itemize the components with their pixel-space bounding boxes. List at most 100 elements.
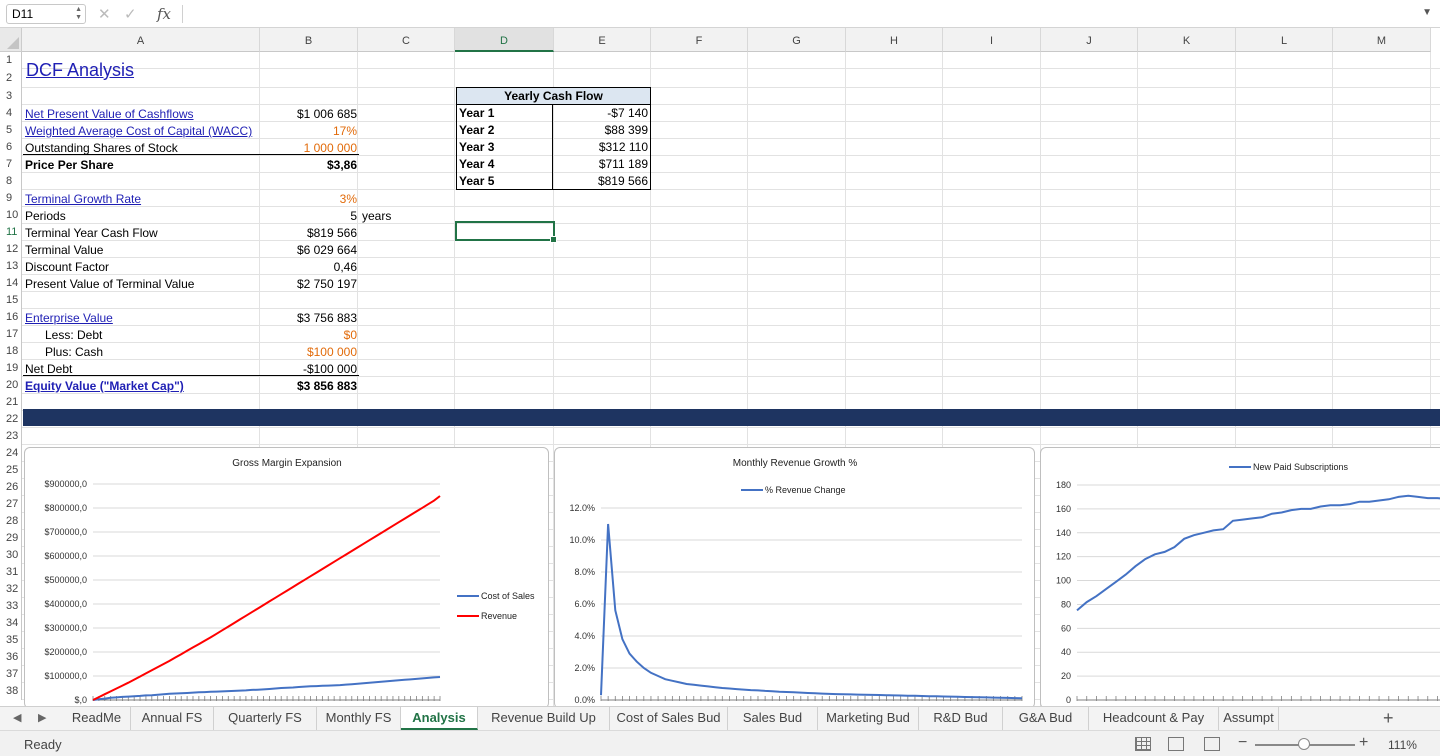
debt-value[interactable]: $0 [262,327,359,344]
sheet-tab[interactable]: ReadMe [63,707,131,730]
insert-function-icon[interactable]: fx [157,5,171,23]
npv-label[interactable]: Net Present Value of Cashflows [23,106,196,123]
chevron-down-icon[interactable]: ▼ [1422,7,1432,18]
zoom-in-icon[interactable]: + [1359,734,1368,752]
sheet-tab[interactable]: Cost of Sales Bud [610,707,728,730]
row-header[interactable]: 3 [0,88,22,105]
page-layout-icon[interactable] [1168,737,1184,751]
row-header[interactable]: 12 [0,241,22,258]
row-header[interactable]: 14 [0,275,22,292]
ev-label[interactable]: Enterprise Value [23,310,115,327]
df-label[interactable]: Discount Factor [23,259,111,276]
next-sheet-icon[interactable]: ▶ [38,711,46,724]
year-label[interactable]: Year 5 [456,172,553,190]
sheet-tab[interactable]: G&A Bud [1003,707,1089,730]
normal-view-icon[interactable] [1135,737,1151,751]
periods-value[interactable]: 5 [262,208,359,225]
column-header[interactable]: L [1236,28,1333,52]
select-all-corner[interactable] [0,28,22,52]
zoom-slider-handle[interactable] [1298,738,1310,750]
add-sheet-icon[interactable]: + [1383,708,1394,729]
active-cell-cursor[interactable] [455,221,557,243]
ev-value[interactable]: $3 756 883 [262,310,359,327]
revenue-growth-chart[interactable]: 0.0% 2.0% 4.0% 6.0% 8.0% 10.0% 12.0% Monthly Re… [554,447,1035,706]
gross-margin-chart[interactable]: $,0 $100000,0 $200000,0 $300000,0 $400000,0 $… [24,447,549,706]
column-header[interactable]: C [358,28,455,52]
column-header[interactable]: J [1041,28,1138,52]
row-header[interactable]: 30 [0,547,22,564]
row-header[interactable]: 5 [0,122,22,139]
year-label[interactable]: Year 3 [456,138,553,156]
df-value[interactable]: 0,46 [262,259,359,276]
tycf-label[interactable]: Terminal Year Cash Flow [23,225,160,242]
year-label[interactable]: Year 4 [456,155,553,173]
row-header[interactable]: 20 [0,377,22,394]
column-header[interactable]: A [22,28,260,52]
pvtv-value[interactable]: $2 750 197 [262,276,359,293]
zoom-level[interactable]: 111% [1388,738,1417,752]
row-header[interactable]: 24 [0,445,22,462]
equity-value[interactable]: $3 856 883 [262,378,359,395]
cancel-icon[interactable]: ✕ [98,5,111,23]
enter-icon[interactable]: ✓ [124,5,137,23]
row-header[interactable]: 35 [0,632,22,649]
sheet-tab[interactable]: R&D Bud [919,707,1003,730]
tgr-label[interactable]: Terminal Growth Rate [23,191,143,208]
equity-label[interactable]: Equity Value ("Market Cap") [23,378,186,395]
row-header[interactable]: 10 [0,207,22,224]
page-title[interactable]: DCF Analysis [24,58,136,82]
name-box-spinner-icon[interactable]: ▲ ▼ [75,6,82,22]
row-header[interactable]: 36 [0,649,22,666]
sheet-tab[interactable]: Annual FS [131,707,214,730]
row-header[interactable]: 38 [0,683,22,700]
row-header[interactable]: 32 [0,581,22,598]
npv-value[interactable]: $1 006 685 [262,106,359,123]
wacc-value[interactable]: 17% [262,123,359,140]
pps-value[interactable]: $3,86 [262,157,359,174]
tgr-value[interactable]: 3% [262,191,359,208]
pps-label[interactable]: Price Per Share [23,157,116,174]
year-label[interactable]: Year 2 [456,121,553,139]
pvtv-label[interactable]: Present Value of Terminal Value [23,276,196,293]
sheet-tab[interactable]: Quarterly FS [214,707,317,730]
row-header[interactable]: 15 [0,292,22,309]
row-header[interactable]: 6 [0,139,22,156]
row-header[interactable]: 1 [0,52,22,69]
cash-flow-value[interactable]: -$7 140 [552,104,651,122]
subscriptions-chart[interactable]: 0 20 40 60 80 100 120 140 160 180 New Paid Subscri… [1040,447,1440,706]
cash-flow-value[interactable]: $312 110 [552,138,651,156]
row-header[interactable]: 17 [0,326,22,343]
cash-flow-value[interactable]: $819 566 [552,172,651,190]
row-header[interactable]: 33 [0,598,22,615]
column-header[interactable]: B [260,28,358,52]
sheet-tab[interactable]: Marketing Bud [818,707,919,730]
column-header[interactable]: E [554,28,651,52]
cash-flow-value[interactable]: $711 189 [552,155,651,173]
column-header[interactable]: D [455,28,554,52]
column-header[interactable]: F [651,28,748,52]
debt-label[interactable]: Less: Debt [43,327,104,344]
row-header[interactable]: 4 [0,105,22,122]
row-header[interactable]: 13 [0,258,22,275]
tv-label[interactable]: Terminal Value [23,242,105,259]
cash-value[interactable]: $100 000 [262,344,359,361]
periods-label[interactable]: Periods [23,208,68,225]
sheet-tab[interactable]: Sales Bud [728,707,818,730]
name-box[interactable]: D11 ▲ ▼ [6,4,86,24]
column-header[interactable]: I [943,28,1041,52]
row-header[interactable]: 34 [0,615,22,632]
row-header[interactable]: 11 [0,224,22,241]
sheet-tab[interactable]: Headcount & Pay [1089,707,1219,730]
page-break-icon[interactable] [1204,737,1220,751]
yearly-cash-flow-header[interactable]: Yearly Cash Flow [456,87,651,105]
wacc-label[interactable]: Weighted Average Cost of Capital (WACC) [23,123,254,140]
zoom-out-icon[interactable]: − [1238,734,1247,752]
row-header[interactable]: 21 [0,394,22,411]
sheet-tab[interactable]: Revenue Build Up [478,707,610,730]
row-header[interactable]: 2 [0,69,22,88]
row-header[interactable]: 18 [0,343,22,360]
row-header[interactable]: 29 [0,530,22,547]
row-header[interactable]: 22 [0,411,22,428]
column-header[interactable]: M [1333,28,1431,52]
cash-flow-value[interactable]: $88 399 [552,121,651,139]
